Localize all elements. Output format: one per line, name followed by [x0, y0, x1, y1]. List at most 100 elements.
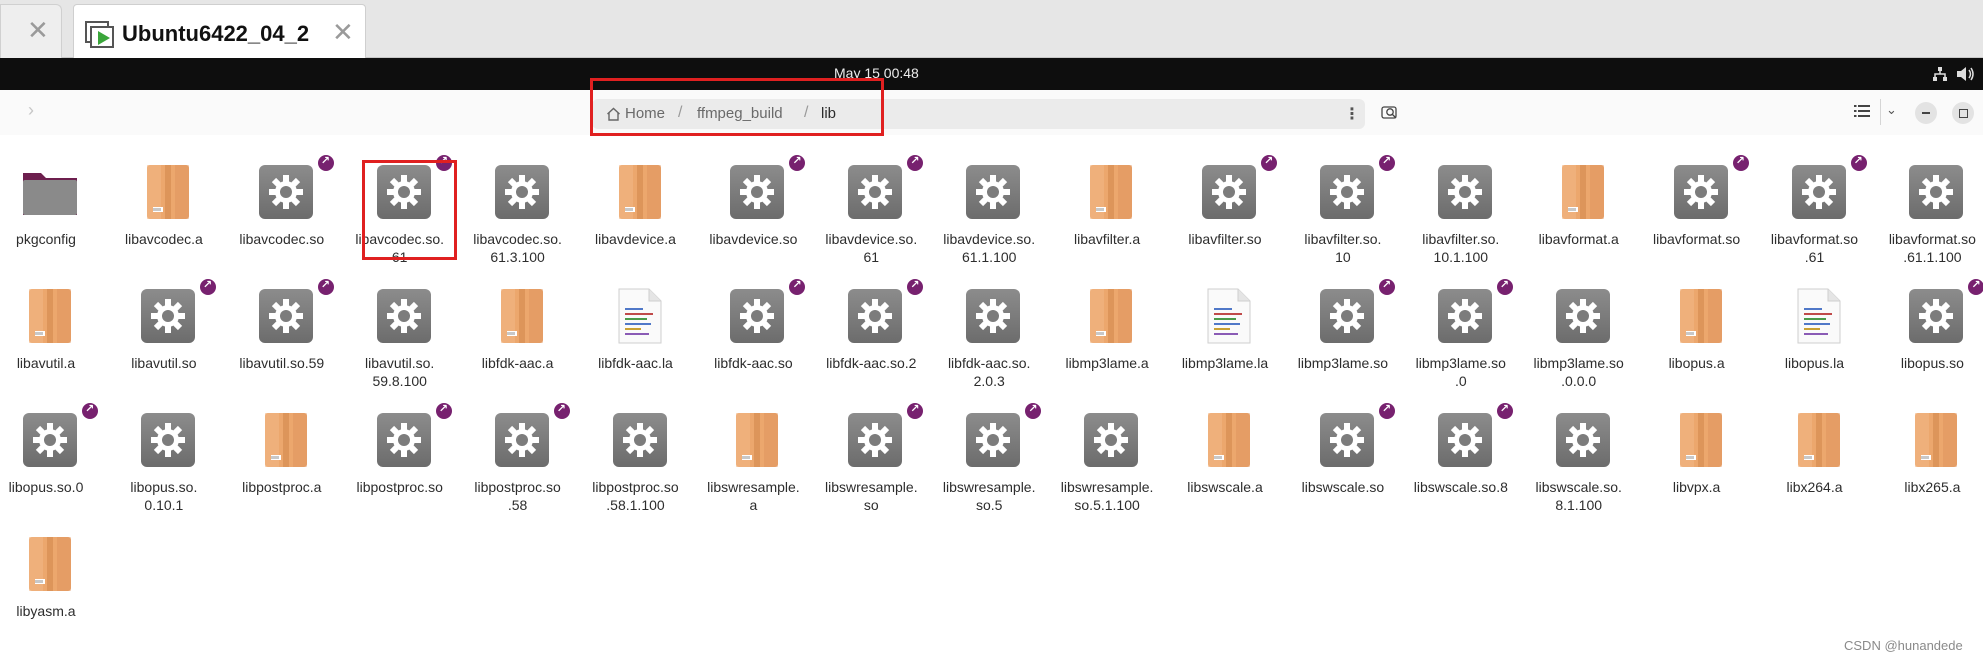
file-item[interactable]: libx264.a: [1759, 396, 1871, 508]
file-name: libavdevice.so. 61: [825, 231, 918, 265]
gear-icon: [257, 287, 315, 345]
file-item[interactable]: libavcodec.a: [108, 148, 220, 260]
file-item[interactable]: libavcodec.so. 61: [344, 148, 456, 265]
file-item[interactable]: libfdk-aac.so.2: [815, 272, 927, 384]
file-name: libswscale.so.8: [1413, 479, 1508, 495]
file-item[interactable]: libavcodec.so: [226, 148, 338, 260]
file-name: libavfilter.so. 10.1.100: [1422, 231, 1500, 265]
file-item[interactable]: libfdk-aac.so. 2.0.3: [933, 272, 1045, 389]
file-item[interactable]: libavformat.so .61.1.100: [1876, 148, 1983, 265]
file-item[interactable]: libavfilter.so. 10: [1287, 148, 1399, 265]
file-name: libavcodec.so. 61: [355, 231, 445, 265]
symlink-badge-icon: [789, 278, 806, 295]
file-item[interactable]: libavformat.a: [1523, 148, 1635, 260]
close-icon[interactable]: ✕: [332, 19, 354, 45]
file-item[interactable]: libavutil.a: [0, 272, 102, 384]
file-item[interactable]: libswresample. a: [697, 396, 809, 513]
breadcrumb-ffmpeg-build[interactable]: ffmpeg_build: [697, 105, 783, 122]
file-name: pkgconfig: [16, 231, 76, 247]
file-name: libmp3lame.a: [1065, 355, 1149, 371]
vm-tab-previous[interactable]: ✕: [0, 4, 62, 58]
gear-icon: [1554, 411, 1612, 469]
file-item[interactable]: libmp3lame.so .0.0.0: [1523, 272, 1635, 389]
file-item[interactable]: libx265.a: [1876, 396, 1983, 508]
file-item[interactable]: libfdk-aac.so: [697, 272, 809, 384]
breadcrumb-lib[interactable]: lib: [821, 105, 836, 122]
clock[interactable]: May 15 00:48: [834, 65, 919, 81]
symlink-badge-icon: [907, 278, 924, 295]
gear-icon: [1554, 287, 1612, 345]
file-item[interactable]: libmp3lame.la: [1169, 272, 1281, 384]
file-item[interactable]: libmp3lame.so: [1287, 272, 1399, 384]
symlink-badge-icon: [82, 402, 98, 419]
file-item[interactable]: libavfilter.a: [1051, 148, 1163, 260]
file-item[interactable]: pkgconfig: [0, 148, 102, 260]
file-item[interactable]: libopus.so: [1876, 272, 1983, 384]
file-item[interactable]: libavfilter.so: [1169, 148, 1281, 260]
file-name: libavdevice.a: [595, 231, 676, 247]
file-item[interactable]: libavfilter.so. 10.1.100: [1405, 148, 1517, 265]
file-item[interactable]: libavdevice.a: [580, 148, 692, 260]
file-name: libmp3lame.so: [1297, 355, 1389, 371]
file-item[interactable]: libpostproc.so .58: [462, 396, 574, 513]
archive-icon: [1082, 163, 1140, 221]
file-name: libswscale.so. 8.1.100: [1535, 479, 1622, 513]
file-item[interactable]: libswresample. so: [815, 396, 927, 513]
file-item[interactable]: libswresample. so.5: [933, 396, 1045, 513]
chevron-down-icon[interactable]: ⌄: [1886, 102, 1897, 118]
file-item[interactable]: libavutil.so. 59.8.100: [344, 272, 456, 389]
file-manager-header: › Home / ffmpeg_build / lib ⋮ ⌄: [0, 90, 1983, 135]
file-item[interactable]: libmp3lame.so .0: [1405, 272, 1517, 389]
file-item[interactable]: libpostproc.so: [344, 396, 456, 508]
file-item[interactable]: libpostproc.a: [226, 396, 338, 508]
maximize-button[interactable]: [1952, 102, 1974, 124]
file-item[interactable]: libpostproc.so .58.1.100: [580, 396, 692, 513]
close-icon[interactable]: ✕: [27, 17, 49, 43]
gear-icon: [493, 163, 551, 221]
file-item[interactable]: libopus.la: [1759, 272, 1871, 384]
network-icon[interactable]: [1932, 66, 1948, 82]
list-view-icon[interactable]: [1854, 104, 1870, 118]
symlink-badge-icon: [1496, 278, 1513, 295]
file-item[interactable]: libswscale.so: [1287, 396, 1399, 508]
volume-icon[interactable]: [1956, 66, 1976, 82]
archive-icon: [1907, 411, 1965, 469]
symlink-badge-icon: [317, 154, 334, 171]
screen: ✕ Ubuntu6422_04_2 ✕ May 15 00:48 › Home …: [0, 0, 1983, 660]
file-item[interactable]: libavdevice.so: [697, 148, 809, 260]
file-item[interactable]: libfdk-aac.la: [580, 272, 692, 384]
file-item[interactable]: libyasm.a: [0, 520, 102, 632]
file-item[interactable]: libavutil.so: [108, 272, 220, 384]
file-item[interactable]: libopus.a: [1641, 272, 1753, 384]
file-name: libavformat.a: [1538, 231, 1619, 247]
vm-tab-active[interactable]: Ubuntu6422_04_2 ✕: [73, 4, 366, 59]
minimize-button[interactable]: [1915, 102, 1937, 124]
gear-icon: [1790, 163, 1848, 221]
file-item[interactable]: libmp3lame.a: [1051, 272, 1163, 384]
path-bar[interactable]: Home / ffmpeg_build / lib ⋮: [592, 99, 1365, 129]
file-item[interactable]: libavformat.so .61: [1759, 148, 1871, 265]
file-name: libopus.so.0: [8, 479, 84, 495]
file-item[interactable]: libavdevice.so. 61.1.100: [933, 148, 1045, 265]
file-name: libavfilter.so: [1188, 231, 1262, 247]
file-item[interactable]: libswscale.so. 8.1.100: [1523, 396, 1635, 513]
file-item[interactable]: libvpx.a: [1641, 396, 1753, 508]
search-icon[interactable]: [1381, 104, 1399, 120]
file-item[interactable]: libfdk-aac.a: [462, 272, 574, 384]
file-item[interactable]: libswresample. so.5.1.100: [1051, 396, 1163, 513]
gear-icon: [139, 411, 197, 469]
file-item[interactable]: libopus.so.0: [0, 396, 102, 508]
file-item[interactable]: libavcodec.so. 61.3.100: [462, 148, 574, 265]
file-name: libswscale.so: [1301, 479, 1385, 495]
symlink-badge-icon: [435, 402, 452, 419]
file-item[interactable]: libavformat.so: [1641, 148, 1753, 260]
file-item[interactable]: libopus.so. 0.10.1: [108, 396, 220, 513]
file-item[interactable]: libavutil.so.59: [226, 272, 338, 384]
file-item[interactable]: libswscale.so.8: [1405, 396, 1517, 508]
path-menu-button[interactable]: ⋮: [1344, 104, 1360, 124]
breadcrumb-home[interactable]: Home: [625, 105, 665, 122]
file-item[interactable]: libswscale.a: [1169, 396, 1281, 508]
forward-button[interactable]: ›: [28, 100, 34, 121]
file-name: libpostproc.so .58.1.100: [592, 479, 679, 513]
file-item[interactable]: libavdevice.so. 61: [815, 148, 927, 265]
